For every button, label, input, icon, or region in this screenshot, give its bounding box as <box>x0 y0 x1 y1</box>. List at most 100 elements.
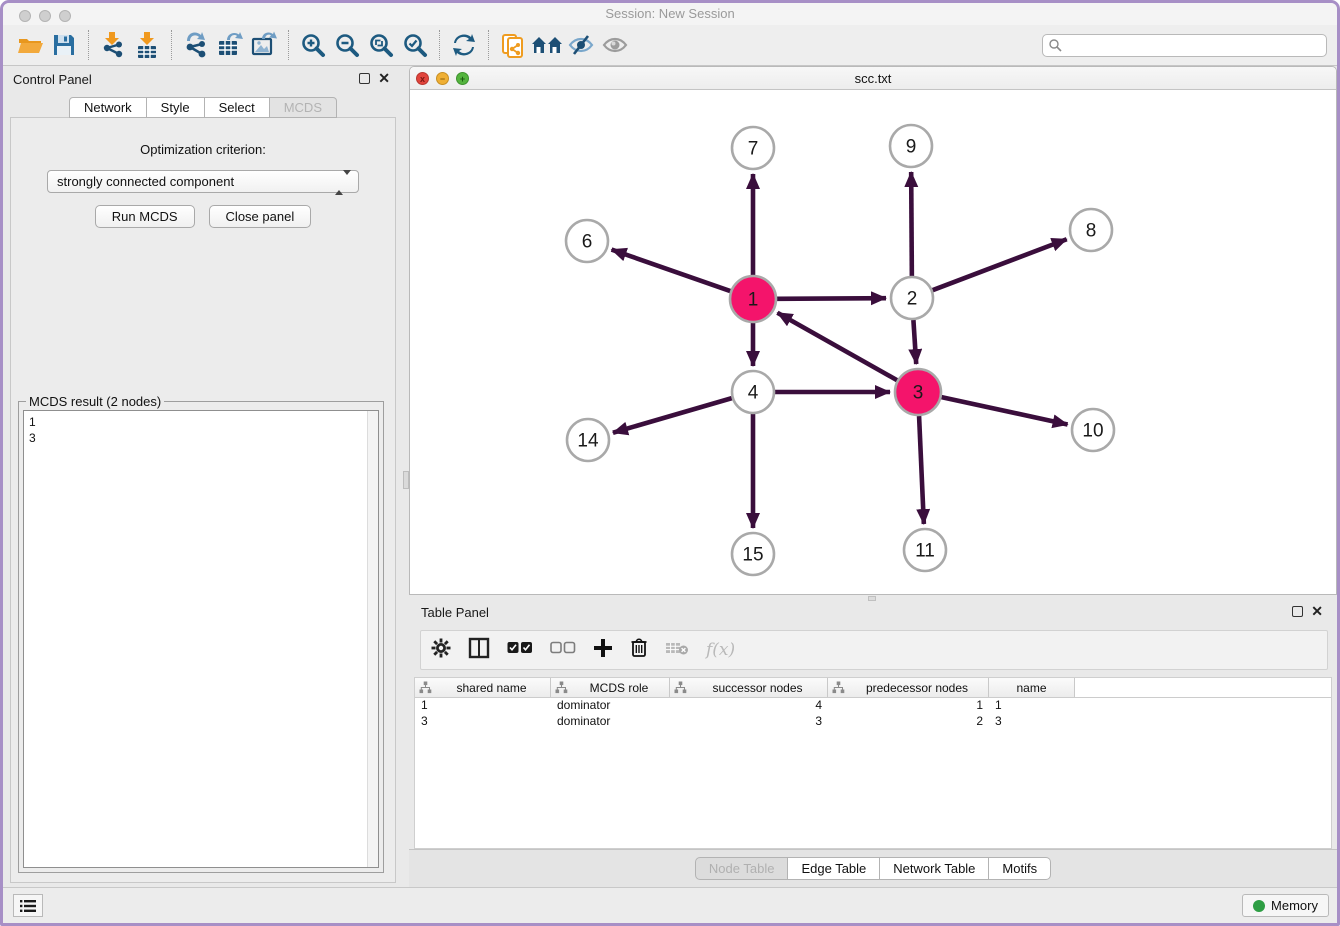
delete-column-button[interactable] <box>630 637 648 663</box>
network-graph[interactable]: 7 9 6 8 1 2 4 3 14 10 15 11 <box>410 90 1336 594</box>
search-input[interactable] <box>1062 38 1321 52</box>
table-panel-header: Table Panel ✕ <box>409 599 1337 626</box>
export-network-button[interactable] <box>179 29 213 61</box>
search-field[interactable] <box>1042 34 1327 57</box>
graph-node-6[interactable]: 6 <box>566 220 608 262</box>
graph-node-8[interactable]: 8 <box>1070 209 1112 251</box>
edge-1-6[interactable] <box>612 250 731 292</box>
edge-1-2[interactable] <box>777 298 886 299</box>
criterion-select[interactable]: strongly connected component <box>47 170 359 193</box>
graph-node-3[interactable]: 3 <box>895 369 941 415</box>
edge-4-14[interactable] <box>613 398 732 433</box>
table-row[interactable]: 3dominator323 <box>415 714 1331 730</box>
memory-button[interactable]: Memory <box>1242 894 1329 917</box>
edge-3-1[interactable] <box>777 313 897 380</box>
graph-node-15[interactable]: 15 <box>732 533 774 575</box>
column-header-successor-nodes[interactable]: successor nodes <box>670 678 828 697</box>
export-table-button[interactable] <box>213 29 247 61</box>
zoom-out-button[interactable] <box>330 29 364 61</box>
zoom-in-button[interactable] <box>296 29 330 61</box>
tab-network[interactable]: Network <box>69 97 147 118</box>
table-cell[interactable]: 3 <box>415 714 551 730</box>
close-panel-button[interactable]: Close panel <box>209 205 312 228</box>
table-cell[interactable]: 4 <box>670 698 828 714</box>
column-header-name[interactable]: name <box>989 678 1075 697</box>
window-title: Session: New Session <box>3 6 1337 21</box>
node-table-header: shared nameMCDS rolesuccessor nodesprede… <box>415 678 1331 698</box>
table-float-icon[interactable] <box>1292 606 1303 617</box>
hide-panels-button[interactable] <box>564 29 598 61</box>
table-cell[interactable]: 1 <box>828 698 989 714</box>
edge-2-8[interactable] <box>933 239 1067 290</box>
column-header-shared-name[interactable]: shared name <box>415 678 551 697</box>
table-cell[interactable]: 3 <box>989 714 1075 730</box>
column-header-predecessor-nodes[interactable]: predecessor nodes <box>828 678 989 697</box>
tab-network-table[interactable]: Network Table <box>880 857 989 880</box>
task-history-button[interactable] <box>13 894 43 917</box>
edge-2-9[interactable] <box>911 172 912 276</box>
graph-node-7[interactable]: 7 <box>732 127 774 169</box>
zoom-selected-button[interactable] <box>398 29 432 61</box>
network-canvas[interactable]: 7 9 6 8 1 2 4 3 14 10 15 11 <box>410 90 1336 594</box>
graph-node-2[interactable]: 2 <box>891 277 933 319</box>
graph-node-9[interactable]: 9 <box>890 125 932 167</box>
function-builder-button[interactable]: f(x) <box>706 640 735 660</box>
run-mcds-button[interactable]: Run MCDS <box>95 205 195 228</box>
network-view-window: x − + scc.txt 7968124314101511 <box>409 66 1337 595</box>
table-cell[interactable]: dominator <box>551 698 670 714</box>
import-network-button[interactable] <box>96 29 130 61</box>
zoom-in-icon <box>300 32 326 58</box>
table-settings-button[interactable] <box>431 638 451 663</box>
graph-node-4[interactable]: 4 <box>732 371 774 413</box>
show-eye-button[interactable] <box>598 29 632 61</box>
deselect-all-button[interactable] <box>550 641 576 660</box>
table-cell[interactable]: 1 <box>415 698 551 714</box>
duplicate-network-icon <box>500 31 526 59</box>
tab-style[interactable]: Style <box>147 97 205 118</box>
mcds-panel: Optimization criterion: strongly connect… <box>10 117 396 883</box>
float-panel-icon[interactable] <box>359 73 370 84</box>
tab-edge-table[interactable]: Edge Table <box>788 857 880 880</box>
tab-mcds[interactable]: MCDS <box>270 97 337 118</box>
graph-node-11[interactable]: 11 <box>904 529 946 571</box>
result-scrollbar[interactable] <box>367 411 378 867</box>
edge-3-11[interactable] <box>919 416 924 524</box>
home-button[interactable] <box>530 29 564 61</box>
table-row[interactable]: 1dominator411 <box>415 698 1331 714</box>
save-floppy-icon <box>52 33 76 57</box>
duplicate-network-button[interactable] <box>496 29 530 61</box>
attribute-tree-icon <box>832 681 845 694</box>
table-cell[interactable]: dominator <box>551 714 670 730</box>
apply-layout-button[interactable] <box>447 29 481 61</box>
graph-node-1[interactable]: 1 <box>730 276 776 322</box>
tab-node-table[interactable]: Node Table <box>695 857 789 880</box>
control-panel: Control Panel ✕ Network Style Select MCD… <box>3 66 403 887</box>
tab-select[interactable]: Select <box>205 97 270 118</box>
save-session-button[interactable] <box>47 29 81 61</box>
delete-table-button[interactable] <box>665 640 689 661</box>
table-cell[interactable]: 3 <box>670 714 828 730</box>
mcds-result-list[interactable]: 1 3 <box>23 410 379 868</box>
node-label: 15 <box>742 545 763 566</box>
column-header-MCDS-role[interactable]: MCDS role <box>551 678 670 697</box>
table-cell[interactable]: 1 <box>989 698 1075 714</box>
table-cell[interactable]: 2 <box>828 714 989 730</box>
graph-node-14[interactable]: 14 <box>567 419 609 461</box>
node-label: 6 <box>582 232 593 253</box>
tab-motifs[interactable]: Motifs <box>989 857 1051 880</box>
close-panel-icon[interactable]: ✕ <box>378 71 390 85</box>
edge-3-10[interactable] <box>941 397 1067 424</box>
graph-node-10[interactable]: 10 <box>1072 409 1114 451</box>
import-table-button[interactable] <box>130 29 164 61</box>
search-icon <box>1048 38 1062 52</box>
zoom-fit-button[interactable] <box>364 29 398 61</box>
add-column-button[interactable] <box>593 638 613 663</box>
export-image-button[interactable] <box>247 29 281 61</box>
select-all-button[interactable] <box>507 641 533 660</box>
table-close-icon[interactable]: ✕ <box>1311 604 1323 618</box>
mcds-result-line: 1 <box>29 414 378 430</box>
open-session-button[interactable] <box>13 29 47 61</box>
edge-2-3[interactable] <box>913 320 916 364</box>
column-layout-button[interactable] <box>468 637 490 664</box>
toolbar-separator <box>488 30 489 60</box>
